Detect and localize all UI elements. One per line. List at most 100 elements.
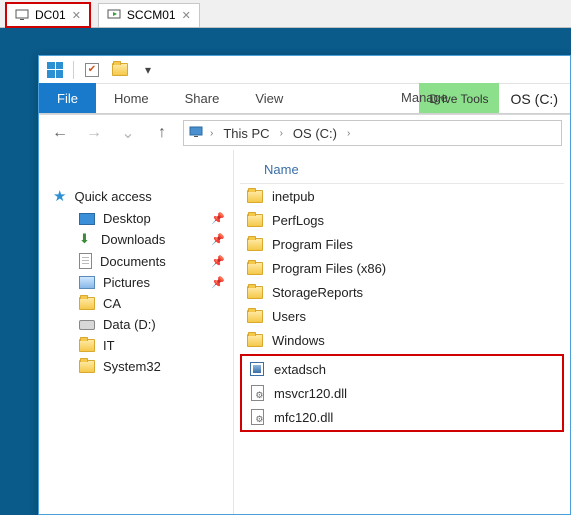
watermark: ©51CTO博客 bbox=[486, 482, 565, 499]
chevron-right-icon[interactable]: › bbox=[208, 128, 215, 139]
file-name: inetpub bbox=[272, 189, 315, 204]
folder-row[interactable]: Users bbox=[240, 304, 564, 328]
folder-row[interactable]: Program Files bbox=[240, 232, 564, 256]
nav-label: Downloads bbox=[101, 232, 165, 247]
pictures-icon bbox=[79, 276, 95, 289]
star-icon: ★ bbox=[53, 187, 66, 205]
monitor-icon bbox=[15, 8, 29, 22]
nav-item-it[interactable]: IT bbox=[39, 335, 233, 356]
breadcrumb-os-c[interactable]: OS (C:) bbox=[289, 126, 341, 141]
properties-checkbox-icon[interactable]: ✔ bbox=[82, 60, 102, 80]
content-area: ★ Quick access Desktop 📌 Downloads 📌 Doc… bbox=[39, 150, 570, 514]
nav-item-pictures[interactable]: Pictures 📌 bbox=[39, 272, 233, 293]
ribbon-tab-manage[interactable]: Manage bbox=[389, 84, 460, 111]
divider bbox=[73, 61, 74, 79]
nav-label: Documents bbox=[100, 254, 166, 269]
ribbon-tab-file[interactable]: File bbox=[39, 83, 96, 113]
nav-label: Desktop bbox=[103, 211, 151, 226]
vm-tab-label: DC01 bbox=[35, 8, 66, 22]
nav-label: Data (D:) bbox=[103, 317, 156, 332]
back-button[interactable]: ← bbox=[47, 120, 73, 146]
up-button[interactable]: ↑ bbox=[149, 120, 175, 146]
folder-icon bbox=[247, 262, 263, 275]
folder-icon bbox=[247, 310, 263, 323]
nav-item-data-d[interactable]: Data (D:) bbox=[39, 314, 233, 335]
nav-label: Quick access bbox=[74, 189, 151, 204]
chevron-right-icon[interactable]: › bbox=[278, 128, 285, 139]
folder-icon bbox=[247, 286, 263, 299]
breadcrumb-this-pc[interactable]: This PC bbox=[219, 126, 273, 141]
downloads-icon bbox=[79, 233, 93, 247]
pin-icon: 📌 bbox=[211, 255, 225, 268]
folder-icon bbox=[79, 360, 95, 373]
nav-item-desktop[interactable]: Desktop 📌 bbox=[39, 208, 233, 229]
navigation-bar: ← → ⌄ ↑ › This PC › OS (C:) › bbox=[39, 115, 570, 151]
vm-tab-bar: DC01 ✕ SCCM01 ✕ bbox=[0, 0, 571, 28]
nav-label: Pictures bbox=[103, 275, 150, 290]
application-icon bbox=[250, 362, 264, 376]
ribbon-tab-home[interactable]: Home bbox=[96, 83, 167, 113]
file-row[interactable]: mfc120.dll bbox=[242, 405, 562, 429]
folder-row[interactable]: inetpub bbox=[240, 184, 564, 208]
file-row[interactable]: extadsch bbox=[242, 357, 562, 381]
dll-icon bbox=[251, 385, 264, 401]
ribbon-tabs: File Home Share View Drive Tools OS (C:) bbox=[39, 84, 570, 114]
file-name: Program Files bbox=[272, 237, 353, 252]
close-icon[interactable]: ✕ bbox=[72, 9, 81, 22]
monitor-play-icon bbox=[107, 8, 121, 22]
nav-item-documents[interactable]: Documents 📌 bbox=[39, 250, 233, 272]
column-header-name[interactable]: Name bbox=[240, 150, 564, 184]
nav-label: CA bbox=[103, 296, 121, 311]
window-title: OS (C:) bbox=[499, 85, 570, 113]
address-bar[interactable]: › This PC › OS (C:) › bbox=[183, 120, 562, 146]
file-explorer-window: ✔ ▾ File Home Share View Drive Tools OS … bbox=[38, 55, 571, 515]
file-name: extadsch bbox=[274, 362, 326, 377]
ribbon-tab-view[interactable]: View bbox=[237, 83, 301, 113]
folder-row[interactable]: StorageReports bbox=[240, 280, 564, 304]
folder-icon bbox=[79, 297, 95, 310]
folder-row[interactable]: Program Files (x86) bbox=[240, 256, 564, 280]
pin-icon: 📌 bbox=[211, 276, 225, 289]
forward-button[interactable]: → bbox=[81, 120, 107, 146]
folder-row[interactable]: Windows bbox=[240, 328, 564, 352]
file-row[interactable]: msvcr120.dll bbox=[242, 381, 562, 405]
folder-row[interactable]: PerfLogs bbox=[240, 208, 564, 232]
file-name: msvcr120.dll bbox=[274, 386, 347, 401]
explorer-app-icon[interactable] bbox=[45, 60, 65, 80]
documents-icon bbox=[79, 253, 92, 269]
vm-tab-label: SCCM01 bbox=[127, 8, 176, 22]
file-name: Windows bbox=[272, 333, 325, 348]
folder-icon bbox=[247, 238, 263, 251]
drive-icon bbox=[79, 320, 95, 330]
desktop-icon bbox=[79, 213, 95, 225]
file-list-pane: Name inetpub PerfLogs Program Files Prog… bbox=[234, 150, 570, 514]
qat-dropdown-icon[interactable]: ▾ bbox=[138, 60, 158, 80]
chevron-right-icon[interactable]: › bbox=[345, 128, 352, 139]
file-name: Users bbox=[272, 309, 306, 324]
folder-icon bbox=[247, 190, 263, 203]
close-icon[interactable]: ✕ bbox=[182, 9, 191, 22]
file-name: Program Files (x86) bbox=[272, 261, 386, 276]
file-name: StorageReports bbox=[272, 285, 363, 300]
nav-item-ca[interactable]: CA bbox=[39, 293, 233, 314]
ribbon-tab-share[interactable]: Share bbox=[167, 83, 238, 113]
vm-tab-sccm01[interactable]: SCCM01 ✕ bbox=[98, 3, 200, 27]
highlight-annotation: extadsch msvcr120.dll mfc120.dll bbox=[240, 354, 564, 432]
pc-icon bbox=[188, 124, 204, 143]
nav-label: IT bbox=[103, 338, 115, 353]
nav-item-downloads[interactable]: Downloads 📌 bbox=[39, 229, 233, 250]
new-folder-icon[interactable] bbox=[110, 60, 130, 80]
pin-icon: 📌 bbox=[211, 212, 225, 225]
nav-label: System32 bbox=[103, 359, 161, 374]
dll-icon bbox=[251, 409, 264, 425]
navigation-pane: ★ Quick access Desktop 📌 Downloads 📌 Doc… bbox=[39, 150, 234, 514]
folder-icon bbox=[247, 214, 263, 227]
folder-icon bbox=[79, 339, 95, 352]
quick-access-toolbar: ✔ ▾ bbox=[39, 56, 570, 84]
nav-item-system32[interactable]: System32 bbox=[39, 356, 233, 377]
file-name: mfc120.dll bbox=[274, 410, 333, 425]
vm-tab-dc01[interactable]: DC01 ✕ bbox=[6, 3, 90, 27]
pin-icon: 📌 bbox=[211, 233, 225, 246]
nav-quick-access[interactable]: ★ Quick access bbox=[39, 184, 233, 208]
recent-dropdown-icon[interactable]: ⌄ bbox=[115, 120, 141, 146]
